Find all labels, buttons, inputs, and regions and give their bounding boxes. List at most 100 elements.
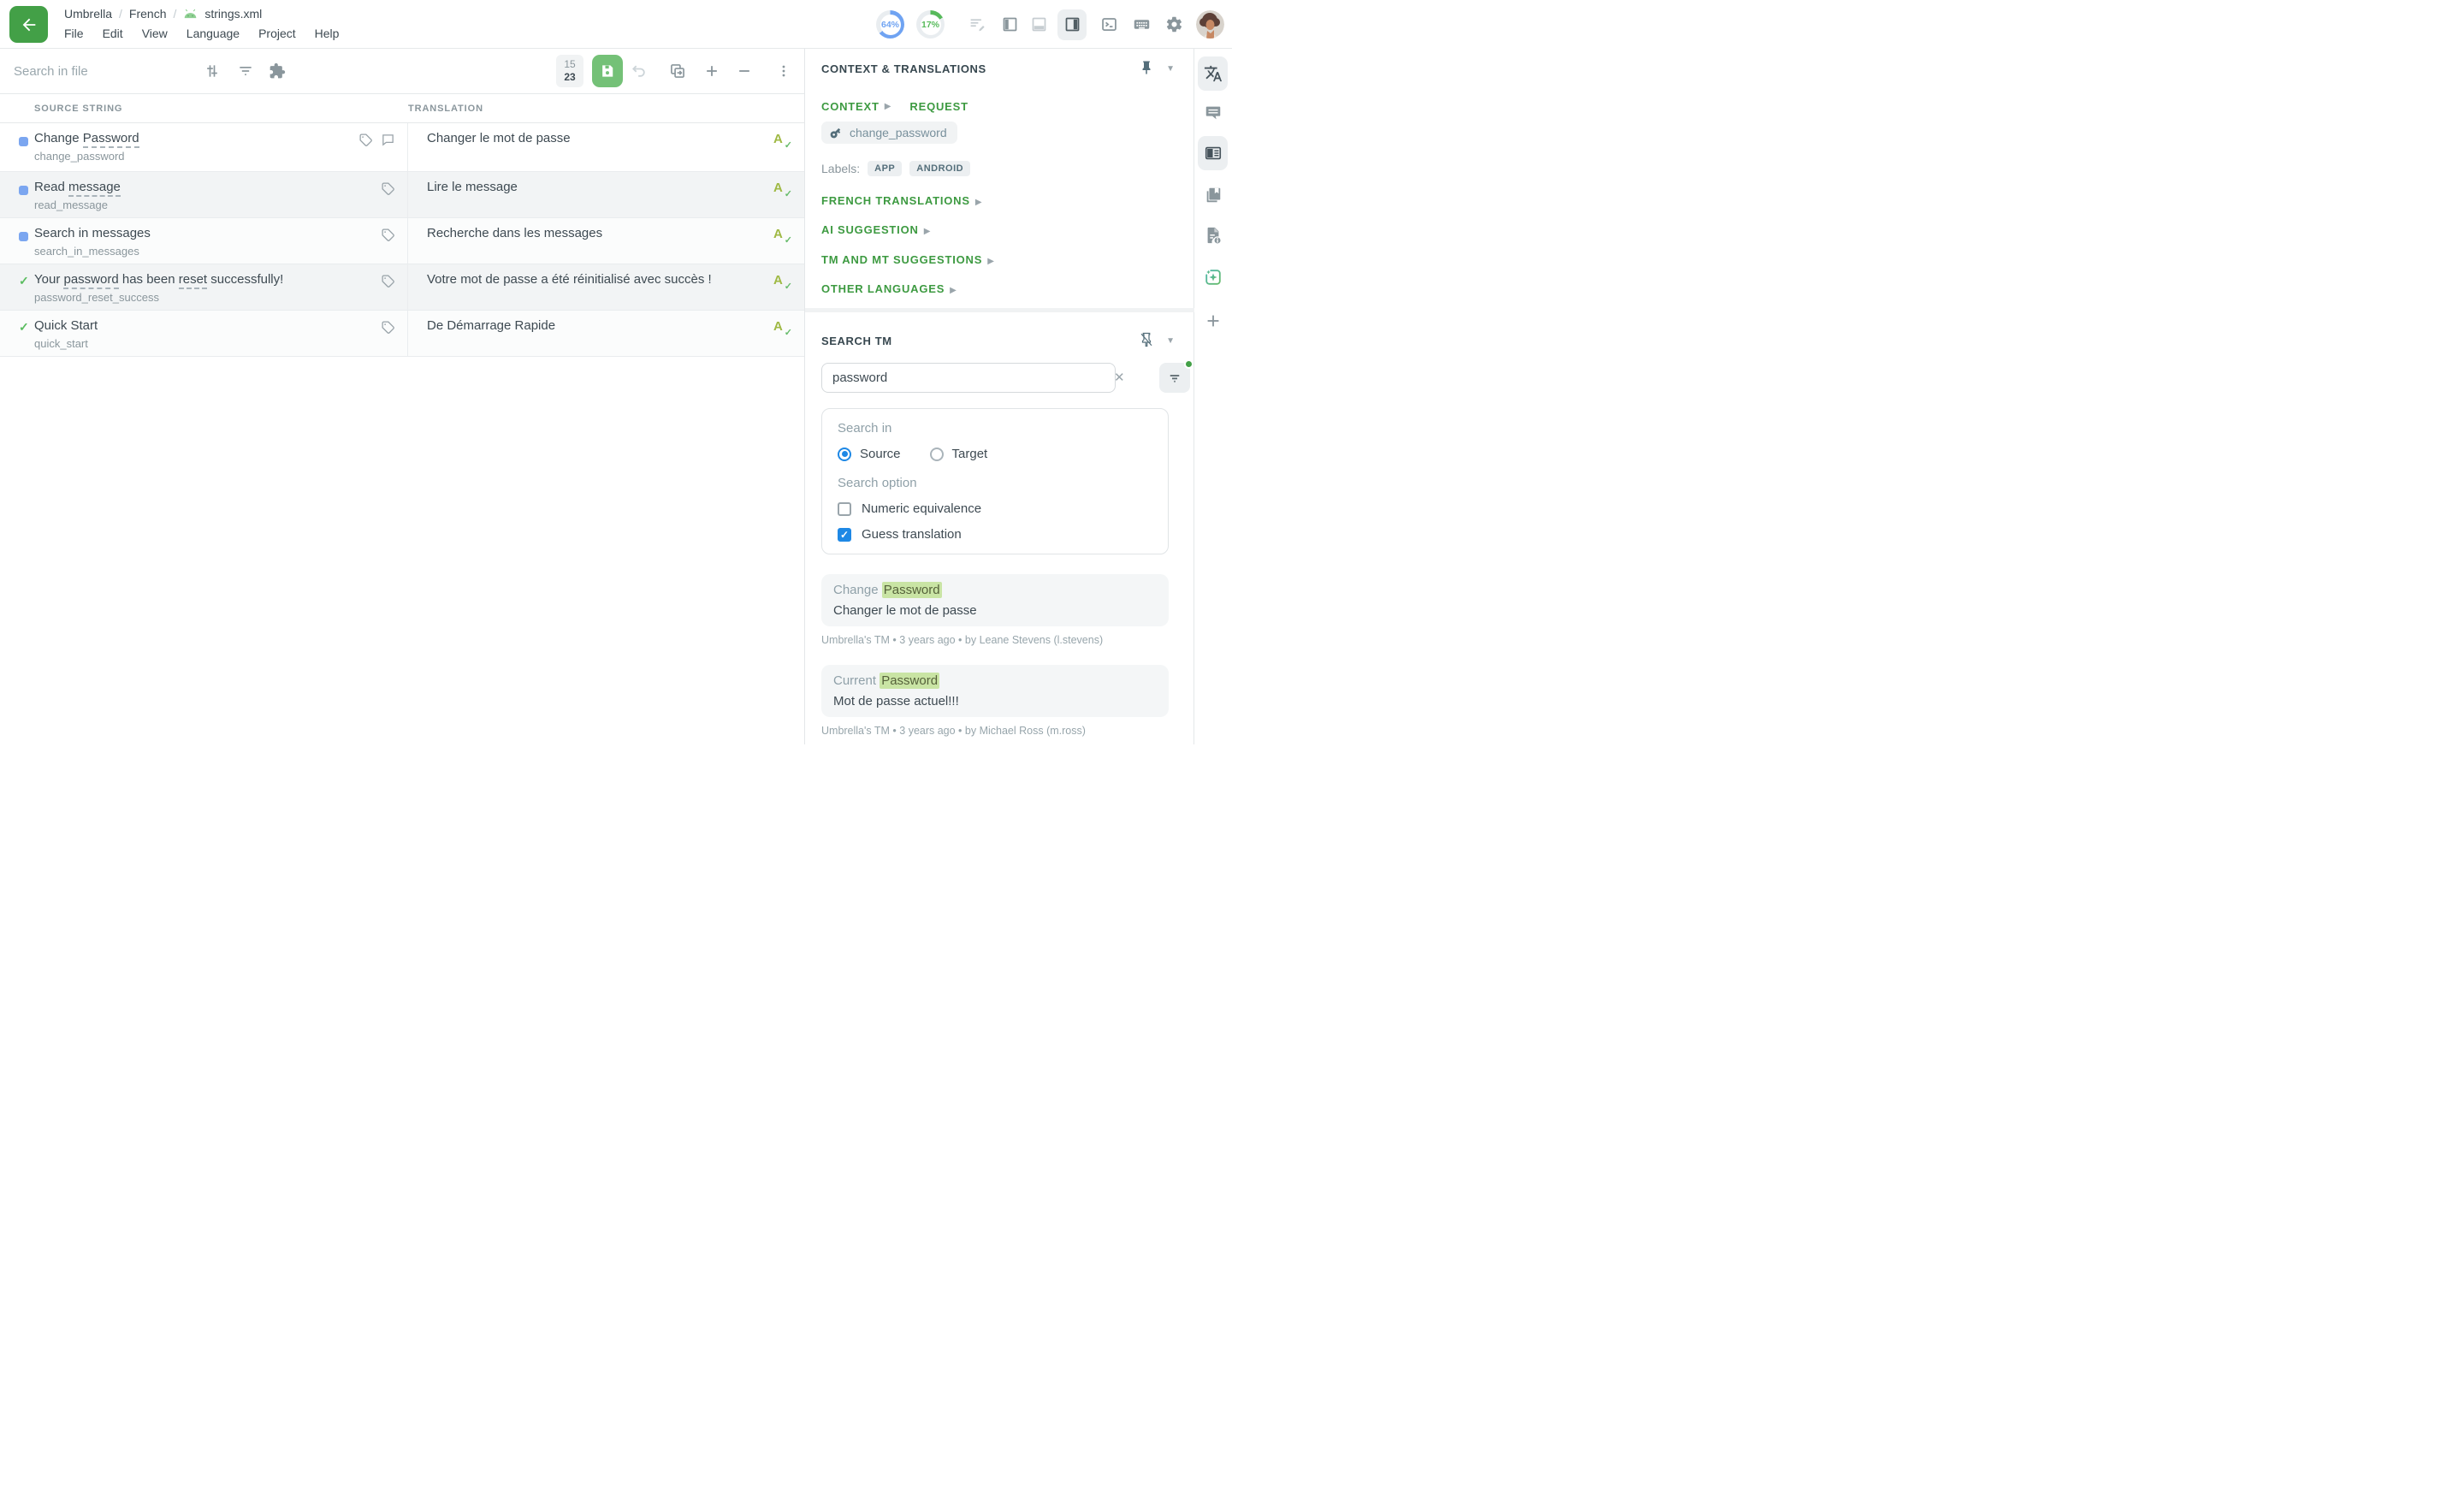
kebab-menu-icon[interactable] — [773, 61, 794, 81]
context-translations-panel: CONTEXT & TRANSLATIONS ▼ CONTEXT ▶ REQUE… — [805, 49, 1194, 744]
table-header: SOURCE STRING TRANSLATION — [0, 94, 804, 123]
back-button[interactable] — [9, 6, 48, 43]
source-cell[interactable]: ✓ Your password has been reset successfu… — [0, 264, 408, 310]
tag-icon[interactable] — [358, 133, 373, 147]
section-tm-mt-suggestions[interactable]: TM AND MT SUGGESTIONS▶ — [821, 252, 994, 268]
section-other-languages[interactable]: OTHER LANGUAGES▶ — [821, 282, 957, 297]
context-link[interactable]: CONTEXT — [821, 100, 880, 113]
search-in-file-input[interactable] — [12, 63, 183, 80]
approved-progress-ring[interactable]: 17% — [916, 10, 945, 39]
undo-icon[interactable] — [629, 61, 649, 81]
caret-down-icon[interactable]: ▼ — [1166, 64, 1175, 74]
translate-tab[interactable] — [1198, 56, 1228, 91]
pin-icon[interactable] — [1139, 60, 1154, 80]
key-icon — [829, 126, 843, 139]
copy-source-icon[interactable] — [667, 61, 688, 81]
tm-result-card[interactable]: Change Password Changer le mot de passe — [821, 574, 1169, 626]
translation-cell[interactable]: Lire le message A✓ — [408, 172, 804, 217]
plus-icon[interactable] — [702, 61, 722, 81]
search-option-label: Search option — [838, 476, 1152, 490]
settings-gear-icon[interactable] — [1164, 15, 1184, 35]
tag-icon[interactable] — [381, 228, 395, 242]
reader-view-tab[interactable] — [1198, 136, 1228, 170]
radio-target[interactable]: Target — [930, 447, 988, 461]
clear-x-icon[interactable]: ✕ — [1114, 370, 1125, 385]
menu-file[interactable]: File — [64, 27, 84, 40]
translation-cell[interactable]: Votre mot de passe a été réinitialisé av… — [408, 264, 804, 310]
tm-result-card[interactable]: Current Password Mot de passe actuel!!! — [821, 665, 1169, 717]
tm-filter-button[interactable] — [1159, 363, 1190, 393]
spellcheck-icon[interactable]: A✓ — [773, 227, 791, 244]
section-ai-suggestion[interactable]: AI SUGGESTION▶ — [821, 222, 930, 238]
caret-down-icon[interactable]: ▼ — [1166, 336, 1175, 346]
save-button[interactable] — [592, 55, 623, 87]
translated-progress-ring[interactable]: 64% — [876, 10, 904, 39]
tune-icon[interactable] — [202, 61, 222, 81]
radio-source[interactable]: Source — [838, 447, 901, 461]
layout-right-button-active[interactable] — [1057, 9, 1087, 40]
translation-cell[interactable]: De Démarrage Rapide A✓ — [408, 311, 804, 356]
request-link[interactable]: REQUEST — [909, 100, 968, 113]
string-row[interactable]: Read message read_message Lire le messag… — [0, 172, 804, 218]
minus-icon[interactable] — [734, 61, 755, 81]
unpin-icon[interactable] — [1139, 332, 1154, 352]
glossary-tab[interactable] — [1198, 178, 1228, 212]
checkbox-unchecked-icon — [838, 502, 851, 516]
source-cell[interactable]: Change Password change_password — [0, 123, 408, 171]
label-chip[interactable]: ANDROID — [909, 161, 970, 176]
menu-project[interactable]: Project — [258, 27, 296, 40]
add-panel-button[interactable] — [1198, 304, 1228, 338]
search-in-label: Search in — [838, 421, 1152, 436]
glossary-books-icon — [1204, 186, 1223, 205]
breadcrumb-project[interactable]: Umbrella — [64, 7, 112, 21]
spellcheck-icon[interactable]: A✓ — [773, 132, 791, 149]
label-chip[interactable]: APP — [868, 161, 902, 176]
ai-assistant-tab[interactable] — [1198, 260, 1228, 294]
source-cell[interactable]: Read message read_message — [0, 172, 408, 217]
translation-cell[interactable]: Recherche dans les messages A✓ — [408, 218, 804, 264]
top-bar: Umbrella / French / strings.xml File Edi… — [0, 0, 1232, 49]
tag-icon[interactable] — [381, 274, 395, 288]
search-tm-input[interactable] — [821, 363, 1116, 393]
menu-edit[interactable]: Edit — [103, 27, 123, 40]
side-rail — [1194, 49, 1231, 744]
menu-help[interactable]: Help — [315, 27, 340, 40]
terminal-icon[interactable] — [1099, 15, 1119, 35]
comments-tab[interactable] — [1198, 96, 1228, 130]
source-cell[interactable]: ✓ Quick Start quick_start — [0, 311, 408, 356]
user-avatar[interactable] — [1196, 10, 1224, 39]
string-row[interactable]: Change Password change_password Changer … — [0, 123, 804, 172]
section-french-translations[interactable]: FRENCH TRANSLATIONS▶ — [821, 193, 982, 209]
menu-view[interactable]: View — [142, 27, 168, 40]
radio-selected-icon — [838, 448, 851, 461]
breadcrumb-language[interactable]: French — [129, 7, 167, 21]
spellcheck-icon[interactable]: A✓ — [773, 181, 791, 198]
spellcheck-icon[interactable]: A✓ — [773, 273, 791, 290]
string-key: password_reset_success — [34, 291, 356, 304]
string-row[interactable]: ✓ Your password has been reset successfu… — [0, 264, 804, 311]
translation-column-header: TRANSLATION — [408, 104, 483, 114]
keyboard-icon[interactable] — [1131, 15, 1152, 35]
checkbox-numeric-equivalence[interactable]: Numeric equivalence — [838, 501, 1152, 516]
filter-icon — [1167, 371, 1182, 386]
source-cell[interactable]: Search in messages search_in_messages — [0, 218, 408, 264]
layout-left-icon[interactable] — [999, 15, 1020, 35]
breadcrumb-file[interactable]: strings.xml — [204, 7, 262, 21]
menu-language[interactable]: Language — [187, 27, 240, 40]
filter-list-icon[interactable] — [235, 61, 256, 81]
tag-icon[interactable] — [381, 181, 395, 196]
file-info-tab[interactable] — [1198, 218, 1228, 252]
layout-bottom-icon[interactable] — [1028, 15, 1049, 35]
spellcheck-icon[interactable]: A✓ — [773, 319, 791, 336]
puzzle-icon[interactable] — [267, 61, 287, 81]
string-row[interactable]: Search in messages search_in_messages Re… — [0, 218, 804, 264]
string-key-chip[interactable]: change_password — [821, 122, 957, 144]
draft-notes-icon[interactable] — [967, 15, 987, 35]
checkbox-guess-translation[interactable]: ✓ Guess translation — [838, 527, 1152, 542]
tm-result-meta: Umbrella's TM • 3 years ago • by Michael… — [821, 725, 1086, 737]
string-row[interactable]: ✓ Quick Start quick_start De Démarrage R… — [0, 311, 804, 357]
translation-cell[interactable]: Changer le mot de passe A✓ — [408, 123, 804, 171]
tag-icon[interactable] — [381, 320, 395, 335]
file-toolbar: 15 23 — [0, 49, 804, 94]
comment-icon[interactable] — [381, 133, 395, 147]
